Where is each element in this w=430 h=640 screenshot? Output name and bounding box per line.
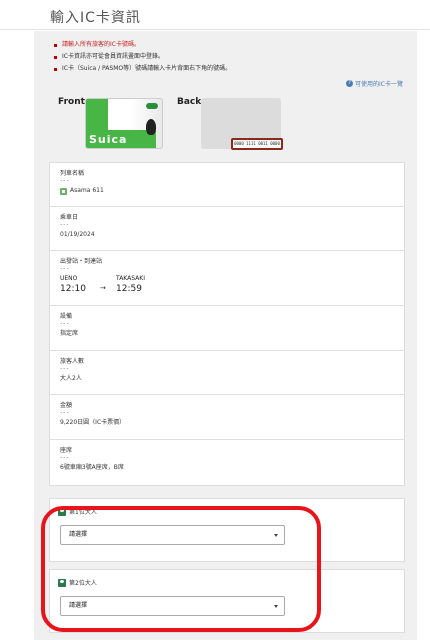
passenger-2-card-select[interactable]: 請選擇 xyxy=(60,596,285,616)
train-name-row: 列車名稱 --- Asama 611 xyxy=(50,163,404,207)
passenger-1-form: 第1位大人 請選擇 xyxy=(49,498,405,562)
route-label: 出發站・到達站 xyxy=(60,258,103,265)
facility-label: 設備 xyxy=(60,313,73,320)
note-item: 請輸入所有旅客的IC卡號碼。 xyxy=(54,39,384,51)
card-number-highlight: 0000 1111 0011 0000 xyxy=(231,138,283,150)
passenger-2-select-value: 請選擇 xyxy=(69,602,88,609)
fare-value: 9,220日圓（IC卡票價） xyxy=(60,419,126,426)
train-icon xyxy=(60,187,67,195)
ic-card-list-link-label: 可使用的IC卡一覽 xyxy=(355,81,403,88)
note-item: IC卡資訊亦可從會員資訊畫面中登錄。 xyxy=(54,51,384,63)
ic-card-list-link[interactable]: ? 可使用的IC卡一覽 xyxy=(346,79,403,88)
label-underline: --- xyxy=(60,265,70,272)
route-arrow-icon: → xyxy=(100,284,106,292)
date-label: 乘車日 xyxy=(60,214,79,221)
route-row: 出發站・到達站 --- UENO 12:10 → TAKASAKI 12:59 xyxy=(50,251,404,306)
label-underline: --- xyxy=(60,409,70,416)
route-stations: UENO 12:10 → TAKASAKI 12:59 xyxy=(60,275,394,295)
passenger-1-header: 第1位大人 xyxy=(58,507,396,516)
label-underline: --- xyxy=(60,320,70,327)
date-row: 乘車日 --- 01/19/2024 xyxy=(50,207,404,251)
label-underline: --- xyxy=(60,454,70,461)
notes-list: 請輸入所有旅客的IC卡號碼。 IC卡資訊亦可從會員資訊畫面中登錄。 IC卡（Su… xyxy=(54,39,384,75)
arrival: TAKASAKI 12:59 xyxy=(116,275,162,295)
seat-label: 座席 xyxy=(60,447,73,454)
ic-card-front-image: Suica xyxy=(85,98,163,149)
fare-row: 金額 --- 9,220日圓（IC卡票價） xyxy=(50,395,404,440)
person-icon xyxy=(58,578,66,587)
train-name-label: 列車名稱 xyxy=(60,170,85,177)
passenger-count-value: 大人2人 xyxy=(60,375,82,382)
note-item: IC卡（Suica / PASMO等）號碼請輸入卡片背面右下角的號碼。 xyxy=(54,63,384,75)
train-name-value: Asama 611 xyxy=(70,187,104,194)
label-underline: --- xyxy=(60,177,70,184)
seat-row: 座席 --- 6號車廂3號A座席，B席 xyxy=(50,440,404,485)
ic-card-back-image: 0000 1111 0011 0000 xyxy=(201,98,283,150)
passenger-1-select-value: 請選擇 xyxy=(69,531,88,538)
chevron-down-icon xyxy=(274,605,278,608)
page-header: 輸入IC卡資訊 xyxy=(0,0,430,30)
label-underline: --- xyxy=(60,221,70,228)
date-value: 01/19/2024 xyxy=(60,231,95,238)
seat-value: 6號車廂3號A座席，B席 xyxy=(60,464,124,471)
card-brand-text: Suica xyxy=(89,133,128,146)
passenger-count-row: 旅客人數 --- 大人2人 xyxy=(50,351,404,395)
passenger-1-title: 第1位大人 xyxy=(69,509,97,516)
departure-station: UENO xyxy=(60,275,78,282)
passenger-2-form: 第2位大人 請選擇 xyxy=(49,569,405,633)
fare-label: 金額 xyxy=(60,402,73,409)
chevron-down-icon xyxy=(274,534,278,537)
arrival-station: TAKASAKI xyxy=(116,275,145,282)
reservation-info-panel: 列車名稱 --- Asama 611 乘車日 --- 01/19/2024 出發… xyxy=(49,162,405,486)
train-name-value-wrap: Asama 611 xyxy=(60,186,394,196)
card-front-label: Front xyxy=(58,97,85,107)
question-icon: ? xyxy=(346,80,354,87)
passenger-2-title: 第2位大人 xyxy=(69,580,97,587)
passenger-count-label: 旅客人數 xyxy=(60,358,85,365)
passenger-2-header: 第2位大人 xyxy=(58,578,396,587)
ic-logo-icon xyxy=(146,103,158,109)
facility-row: 設備 --- 指定席 xyxy=(50,306,404,351)
penguin-icon xyxy=(146,119,156,135)
arrival-time: 12:59 xyxy=(116,284,142,294)
page-title: 輸入IC卡資訊 xyxy=(50,10,141,26)
label-underline: --- xyxy=(60,365,70,372)
right-margin xyxy=(417,30,430,640)
facility-value: 指定席 xyxy=(60,330,79,337)
person-icon xyxy=(58,507,66,516)
passenger-1-card-select[interactable]: 請選擇 xyxy=(60,525,285,545)
main-content: 請輸入所有旅客的IC卡號碼。 IC卡資訊亦可從會員資訊畫面中登錄。 IC卡（Su… xyxy=(34,31,417,640)
card-back-label: Back xyxy=(177,97,202,107)
